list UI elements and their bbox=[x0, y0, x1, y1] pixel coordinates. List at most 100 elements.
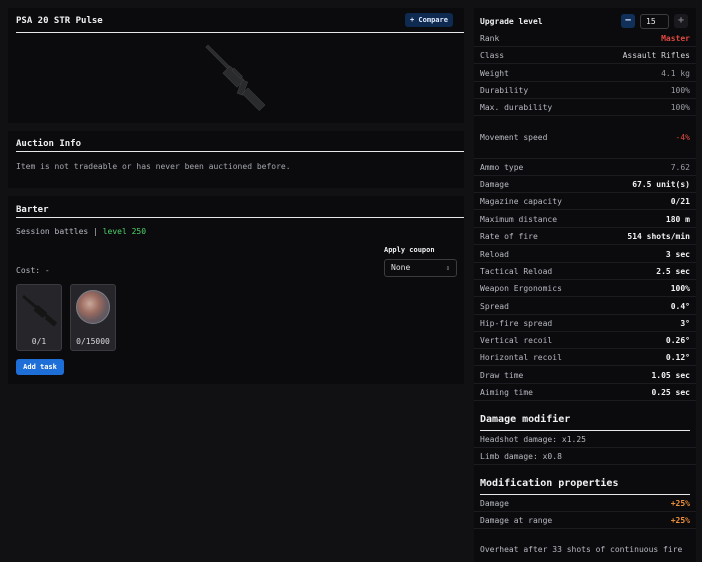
coupon-label: Apply coupon bbox=[384, 246, 435, 254]
stat-label: Horizontal recoil bbox=[480, 352, 562, 362]
stat-label: Magazine capacity bbox=[480, 196, 562, 206]
slot-count: 0/15000 bbox=[76, 337, 110, 346]
upgrade-increase-button[interactable]: + bbox=[674, 14, 688, 28]
stat-label: Aiming time bbox=[480, 387, 533, 397]
upgrade-decrease-button[interactable]: − bbox=[621, 14, 635, 28]
modification-value: +25% bbox=[670, 515, 690, 525]
damage-modifier-limb: Limb damage: x0.8 bbox=[474, 448, 696, 465]
stat-label: Draw time bbox=[480, 370, 524, 380]
barter-cost: Cost: - bbox=[16, 266, 50, 275]
modifier-label: Limb damage: x0.8 bbox=[480, 451, 562, 461]
upgrade-level-input[interactable]: 15 bbox=[640, 14, 669, 29]
stat-row-max-durability: Max. durability 100% bbox=[474, 99, 696, 116]
stat-value: 0.12° bbox=[665, 352, 690, 362]
modification-value: +25% bbox=[670, 498, 690, 508]
barter-panel: Barter Session battles | level 250 Apply… bbox=[8, 196, 464, 384]
stat-value: -4% bbox=[675, 133, 690, 142]
stat-row-aiming-time: Aiming time 0.25 sec bbox=[474, 384, 696, 401]
barter-source: Session battles | level 250 bbox=[16, 227, 146, 236]
barter-slot-weapon[interactable]: 0/1 bbox=[16, 284, 62, 351]
barter-slot-currency[interactable]: 0/15000 bbox=[70, 284, 116, 351]
stat-value: 67.5 unit(s) bbox=[632, 179, 690, 189]
barter-level: level 250 bbox=[102, 227, 147, 236]
stat-label: Max. durability bbox=[480, 102, 553, 112]
weapon-image bbox=[205, 44, 266, 112]
damage-modifier-title: Damage modifier bbox=[480, 414, 571, 425]
stat-row-reload: Reload 3 sec bbox=[474, 246, 696, 263]
auction-message: Item is not tradeable or has never been … bbox=[16, 162, 291, 171]
slot-count: 0/1 bbox=[31, 337, 47, 346]
modification-damage: Damage +25% bbox=[474, 495, 696, 512]
coupon-select-value: None bbox=[391, 263, 411, 272]
stat-label: Movement speed bbox=[480, 133, 548, 142]
stat-row-rank: Rank Master bbox=[474, 30, 696, 47]
modification-label: Damage bbox=[480, 498, 509, 508]
modification-damage-range: Damage at range +25% bbox=[474, 512, 696, 529]
stat-label: Durability bbox=[480, 85, 529, 95]
stat-row-max-distance: Maximum distance 180 m bbox=[474, 211, 696, 228]
stat-row-ergonomics: Weapon Ergonomics 100% bbox=[474, 280, 696, 297]
auction-title-divider bbox=[16, 151, 464, 152]
stat-label: Weapon Ergonomics bbox=[480, 283, 562, 293]
compare-button[interactable]: + Compare bbox=[405, 13, 453, 27]
stat-value: 514 shots/min bbox=[627, 231, 690, 241]
barter-title-divider bbox=[16, 217, 464, 218]
stat-row-ammo-type: Ammo type 7.62 bbox=[474, 159, 696, 176]
overheat-note: Overheat after 33 shots of continuous fi… bbox=[480, 545, 683, 554]
stat-row-hip-fire-spread: Hip-fire spread 3° bbox=[474, 315, 696, 332]
modifier-label: Headshot damage: x1.25 bbox=[480, 434, 586, 444]
stat-value: 3° bbox=[680, 318, 690, 328]
modification-title: Modification properties bbox=[480, 478, 619, 489]
stat-row-durability: Durability 100% bbox=[474, 82, 696, 99]
stat-value: 4.1 kg bbox=[661, 68, 690, 78]
stat-value: 0/21 bbox=[670, 196, 690, 206]
damage-modifier-headshot: Headshot damage: x1.25 bbox=[474, 431, 696, 448]
stat-value: 1.05 sec bbox=[651, 370, 690, 380]
stat-value: 2.5 sec bbox=[656, 266, 690, 276]
stat-row-rate-of-fire: Rate of fire 514 shots/min bbox=[474, 228, 696, 245]
stat-value: 0.25 sec bbox=[651, 387, 690, 397]
modification-label: Damage at range bbox=[480, 515, 553, 525]
stat-row-weight: Weight 4.1 kg bbox=[474, 65, 696, 82]
stat-value: 100% bbox=[670, 102, 690, 112]
stat-value: Master bbox=[661, 33, 690, 43]
add-task-button[interactable]: Add task bbox=[16, 359, 64, 375]
stat-label: Class bbox=[480, 50, 505, 60]
item-title: PSA 20 STR Pulse bbox=[16, 16, 103, 26]
stat-label: Hip-fire spread bbox=[480, 318, 553, 328]
weapon-thumb-icon bbox=[22, 295, 58, 327]
stat-row-horizontal-recoil: Horizontal recoil 0.12° bbox=[474, 349, 696, 366]
stat-value: 100% bbox=[670, 283, 690, 293]
stat-label: Rate of fire bbox=[480, 231, 538, 241]
stat-row-spread: Spread 0.4° bbox=[474, 298, 696, 315]
item-panel: PSA 20 STR Pulse + Compare bbox=[8, 8, 464, 123]
stat-row-class: Class Assault Rifles bbox=[474, 47, 696, 64]
stat-row-magazine: Magazine capacity 0/21 bbox=[474, 193, 696, 210]
stat-value: Assault Rifles bbox=[622, 50, 690, 60]
auction-panel: Auction Info Item is not tradeable or ha… bbox=[8, 131, 464, 188]
stat-label: Weight bbox=[480, 68, 509, 78]
upgrade-label: Upgrade level bbox=[480, 17, 543, 26]
stat-value: 7.62 bbox=[670, 162, 690, 172]
stat-label: Rank bbox=[480, 33, 500, 43]
stat-value: 100% bbox=[670, 85, 690, 95]
stat-row-draw-time: Draw time 1.05 sec bbox=[474, 367, 696, 384]
stat-label: Tactical Reload bbox=[480, 266, 553, 276]
stat-label: Maximum distance bbox=[480, 214, 558, 224]
stat-value: 0.26° bbox=[665, 335, 690, 345]
stat-row-vertical-recoil: Vertical recoil 0.26° bbox=[474, 332, 696, 349]
barter-source-text: Session battles | bbox=[16, 227, 98, 236]
item-title-divider bbox=[16, 32, 464, 33]
stat-value: 0.4° bbox=[670, 301, 690, 311]
barter-title: Barter bbox=[16, 205, 49, 215]
stat-value: 3 sec bbox=[665, 249, 690, 259]
coupon-select[interactable]: None ⇕ bbox=[384, 259, 457, 277]
stat-label: Reload bbox=[480, 249, 509, 259]
stat-row-damage: Damage 67.5 unit(s) bbox=[474, 176, 696, 193]
stat-label: Spread bbox=[480, 301, 509, 311]
stat-label: Damage bbox=[480, 179, 509, 189]
stat-label: Vertical recoil bbox=[480, 335, 553, 345]
stat-value: 180 m bbox=[665, 214, 690, 224]
auction-title: Auction Info bbox=[16, 139, 82, 149]
chevron-updown-icon: ⇕ bbox=[445, 264, 450, 272]
